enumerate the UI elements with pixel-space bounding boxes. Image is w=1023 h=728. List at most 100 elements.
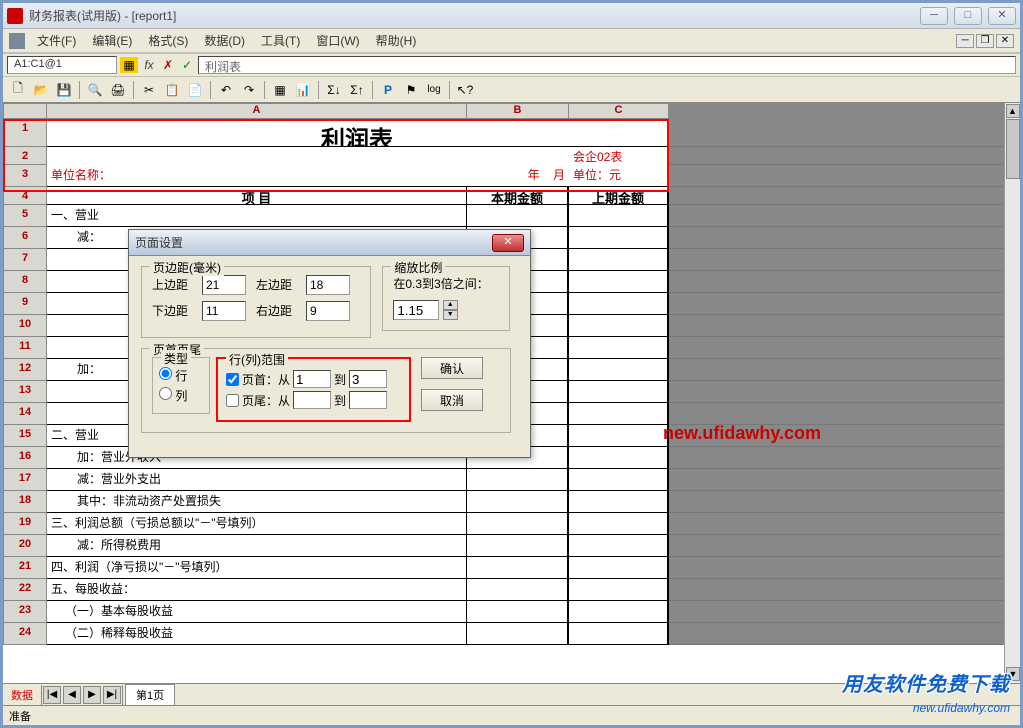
nav-first-button[interactable]: |◀ [43,686,61,704]
copy-button[interactable]: 📋 [161,79,183,101]
data-cell[interactable]: 其中：非流动资产处置损失 [47,491,467,513]
row-header[interactable]: 10 [3,315,47,337]
select-all-corner[interactable] [3,103,47,119]
menu-help[interactable]: 帮助(H) [368,30,425,51]
cancel-icon[interactable]: ✗ [160,57,176,73]
sum2-button[interactable]: Σ↑ [346,79,368,101]
footer-checkbox[interactable] [226,394,239,407]
scroll-up-icon[interactable]: ▲ [1006,104,1020,118]
fx-icon[interactable]: fx [141,57,157,73]
row-header[interactable]: 19 [3,513,47,535]
footer-to-input[interactable] [349,391,387,409]
vertical-scrollbar[interactable]: ▲ ▼ [1004,103,1020,683]
row-header[interactable]: 6 [3,227,47,249]
redo-button[interactable]: ↷ [238,79,260,101]
menu-tools[interactable]: 工具(T) [253,30,308,51]
p-button[interactable]: P [377,79,399,101]
nav-next-button[interactable]: ▶ [83,686,101,704]
scale-down-button[interactable]: ▼ [443,310,458,320]
left-margin-input[interactable] [306,275,350,295]
row-header[interactable]: 14 [3,403,47,425]
row-header[interactable]: 3 [3,165,47,187]
row-header[interactable]: 15 [3,425,47,447]
radio-row[interactable] [159,367,172,380]
nav-last-button[interactable]: ▶| [103,686,121,704]
whatsthis-button[interactable]: ↖? [454,79,476,101]
row-header[interactable]: 23 [3,601,47,623]
row-header[interactable]: 1 [3,119,47,147]
sub-minimize-button[interactable]: ─ [956,34,974,48]
formula-input[interactable]: 利润表 [198,56,1016,74]
cell-reference-input[interactable]: A1:C1@1 [7,56,117,74]
header-checkbox[interactable] [226,373,239,386]
dialog-close-button[interactable]: ✕ [492,234,524,252]
row-header[interactable]: 2 [3,147,47,165]
cancel-button[interactable]: 取消 [421,389,483,411]
row-header[interactable]: 21 [3,557,47,579]
cut-button[interactable]: ✂ [138,79,160,101]
flag-button[interactable]: ⚑ [400,79,422,101]
header-to-input[interactable] [349,370,387,388]
right-margin-input[interactable] [306,301,350,321]
sum-button[interactable]: Σ↓ [323,79,345,101]
row-header[interactable]: 11 [3,337,47,359]
table-code-cell[interactable]: 会企02表 [569,147,669,165]
name-box-icon[interactable]: ▦ [120,57,138,73]
scroll-thumb[interactable] [1006,119,1020,179]
data-cell[interactable]: 一、营业 [47,205,467,227]
row-header[interactable]: 5 [3,205,47,227]
nav-prev-button[interactable]: ◀ [63,686,81,704]
menu-edit[interactable]: 编辑(E) [84,30,140,51]
row-header[interactable]: 18 [3,491,47,513]
row-header[interactable]: 22 [3,579,47,601]
scroll-down-icon[interactable]: ▼ [1006,667,1020,681]
table-button[interactable]: ▦ [269,79,291,101]
column-header-c[interactable]: C [569,103,669,119]
top-margin-input[interactable] [202,275,246,295]
company-label-cell[interactable]: 单位名称： [47,165,467,187]
ok-button[interactable]: 确认 [421,357,483,379]
open-button[interactable]: 📂 [30,79,52,101]
minimize-button[interactable]: ─ [920,7,948,25]
menu-window[interactable]: 窗口(W) [308,30,367,51]
data-cell[interactable]: 五、每股收益： [47,579,467,601]
maximize-button[interactable]: □ [954,7,982,25]
log-button[interactable]: log [423,79,445,101]
header-current-cell[interactable]: 本期金额 [467,187,569,205]
data-cell[interactable]: 减：所得税费用 [47,535,467,557]
row-header[interactable]: 20 [3,535,47,557]
menu-data[interactable]: 数据(D) [196,30,253,51]
column-header-a[interactable]: A [47,103,467,119]
data-cell[interactable]: （二）稀释每股收益 [47,623,467,645]
data-cell[interactable]: （一）基本每股收益 [47,601,467,623]
new-button[interactable]: 🗋 [7,79,29,101]
row-header[interactable]: 16 [3,447,47,469]
report-title-cell[interactable]: 利润表 [47,119,669,147]
menu-format[interactable]: 格式(S) [140,30,196,51]
row-header[interactable]: 13 [3,381,47,403]
column-header-b[interactable]: B [467,103,569,119]
radio-col[interactable] [159,387,172,400]
row-header[interactable]: 17 [3,469,47,491]
row-header[interactable]: 24 [3,623,47,645]
data-cell[interactable]: 三、利润总额（亏损总额以"－"号填列） [47,513,467,535]
row-header[interactable]: 9 [3,293,47,315]
row-header[interactable]: 12 [3,359,47,381]
header-item-cell[interactable]: 项 目 [47,187,467,205]
sub-close-button[interactable]: ✕ [996,34,1014,48]
page-tab[interactable]: 第1页 [125,684,175,705]
scale-input[interactable] [393,300,439,320]
sub-restore-button[interactable]: ❐ [976,34,994,48]
row-header[interactable]: 4 [3,187,47,205]
menu-file[interactable]: 文件(F) [29,30,84,51]
footer-from-input[interactable] [293,391,331,409]
close-button[interactable]: ✕ [988,7,1016,25]
row-header[interactable]: 8 [3,271,47,293]
unit-label-cell[interactable]: 单位：元 [569,165,669,187]
header-from-input[interactable] [293,370,331,388]
accept-icon[interactable]: ✓ [179,57,195,73]
tab-data[interactable]: 数据 [3,685,42,705]
undo-button[interactable]: ↶ [215,79,237,101]
print-button[interactable]: 🖨 [107,79,129,101]
bottom-margin-input[interactable] [202,301,246,321]
